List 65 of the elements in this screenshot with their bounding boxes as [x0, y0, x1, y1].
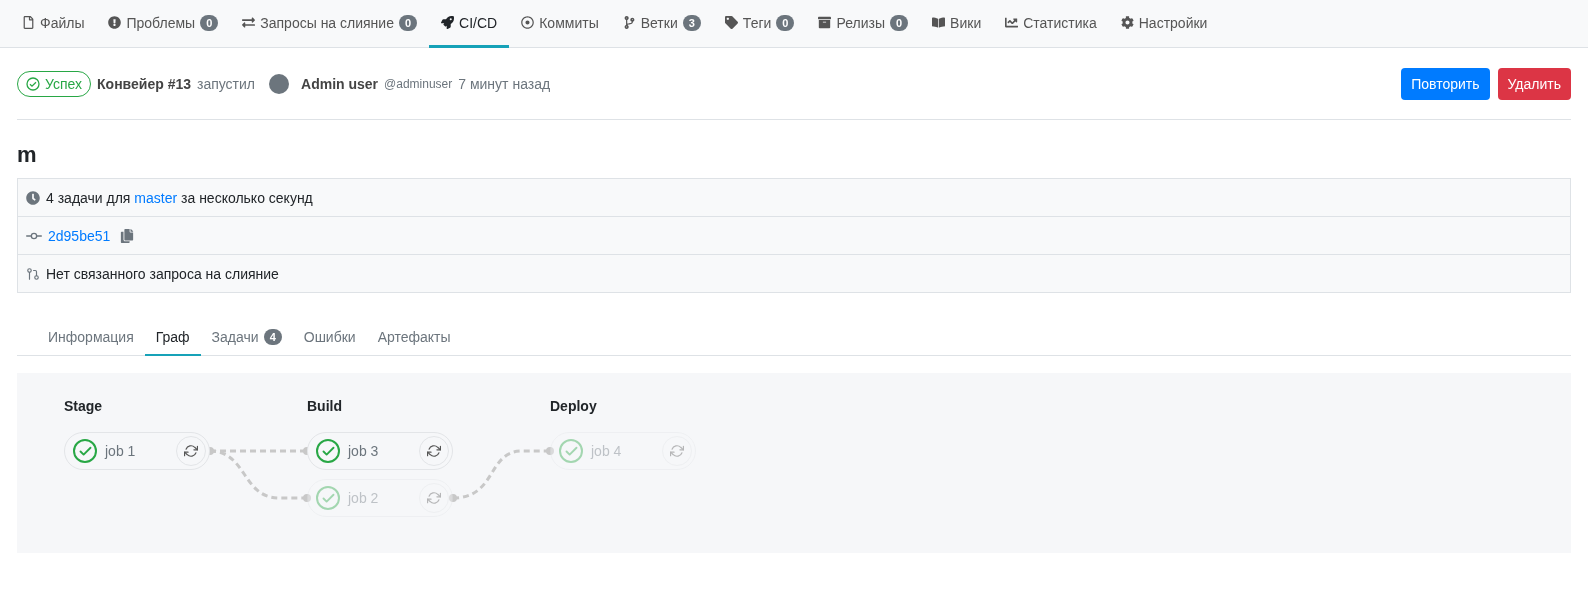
branch-icon — [622, 16, 636, 29]
merge-request-text: Нет связанного запроса на слияние — [46, 265, 279, 282]
gear-icon — [1120, 16, 1134, 29]
retry-icon[interactable] — [176, 436, 206, 466]
nav-tab[interactable]: Теги 0 — [712, 0, 807, 48]
job-name: job 4 — [591, 443, 623, 459]
count-badge: 4 — [263, 329, 282, 345]
user-name: Admin user — [301, 75, 379, 92]
arrows-icon — [242, 16, 256, 29]
nav-tab[interactable]: Коммиты — [509, 0, 611, 48]
pipeline-title: m — [17, 142, 38, 168]
count-badge: 3 — [682, 14, 701, 31]
retry-icon[interactable] — [419, 436, 449, 466]
tab[interactable]: Задачи 4 — [200, 320, 293, 356]
user-handle: @adminuser — [384, 76, 453, 91]
stage-title: Build — [307, 398, 343, 416]
tab[interactable]: Информация — [37, 320, 145, 356]
count-badge: 0 — [398, 14, 418, 31]
nav-tab[interactable]: Проблемы 0 — [96, 0, 231, 48]
success-icon — [73, 439, 97, 463]
nav-tab[interactable]: Ветки 3 — [610, 0, 713, 48]
exclamation-icon — [108, 16, 122, 29]
tab[interactable]: Ошибки — [292, 320, 367, 356]
success-icon — [316, 486, 340, 510]
nav-tab[interactable]: Статистика — [993, 0, 1109, 48]
success-icon — [559, 439, 583, 463]
nav-tab[interactable]: Релизы 0 — [806, 0, 921, 48]
copy-icon[interactable] — [120, 228, 135, 243]
job-name: job 2 — [348, 490, 380, 506]
chart-icon — [1005, 16, 1019, 29]
nav-tab[interactable]: Вики — [920, 0, 994, 48]
stage-title: Deploy — [550, 398, 598, 416]
job-pill[interactable]: job 3 — [307, 432, 453, 470]
nav-tab[interactable]: CI/CD — [429, 0, 510, 48]
commit-link[interactable]: 2d95be51 — [48, 227, 111, 244]
tab[interactable]: Граф — [144, 320, 201, 356]
started-by-text: запустил — [197, 75, 255, 92]
file-icon — [22, 16, 35, 29]
branch-link[interactable]: master — [134, 189, 178, 206]
count-badge: 0 — [200, 14, 219, 31]
avatar — [269, 73, 289, 94]
merge-request-icon — [26, 266, 40, 281]
job-pill[interactable]: job 1 — [64, 432, 210, 470]
status-text: Успех — [45, 75, 83, 92]
nav-tab[interactable]: Настройки — [1108, 0, 1220, 48]
nav-tab[interactable]: Файлы — [10, 0, 97, 48]
rocket-icon — [441, 16, 455, 29]
archive-icon — [818, 16, 832, 29]
retry-button[interactable]: Повторить — [1401, 67, 1490, 100]
tag-icon — [724, 16, 738, 29]
check-circle-icon — [26, 76, 40, 91]
pipeline-name: Конвейер #13 — [97, 75, 191, 92]
time-text: 7 минут назад — [458, 75, 551, 92]
job-name: job 3 — [348, 443, 380, 459]
clock-icon — [26, 190, 40, 205]
count-badge: 0 — [776, 14, 795, 31]
job-name: job 1 — [105, 443, 137, 459]
success-icon — [316, 439, 340, 463]
count-badge: 0 — [890, 14, 909, 31]
jobs-summary: 4 задачи для master за несколько секунд — [46, 189, 313, 206]
book-icon — [932, 16, 946, 29]
nav-tab[interactable]: Запросы на слияние 0 — [230, 0, 430, 48]
tab[interactable]: Артефакты — [366, 320, 462, 356]
delete-button[interactable]: Удалить — [1497, 67, 1571, 100]
stage-title: Stage — [64, 398, 104, 416]
